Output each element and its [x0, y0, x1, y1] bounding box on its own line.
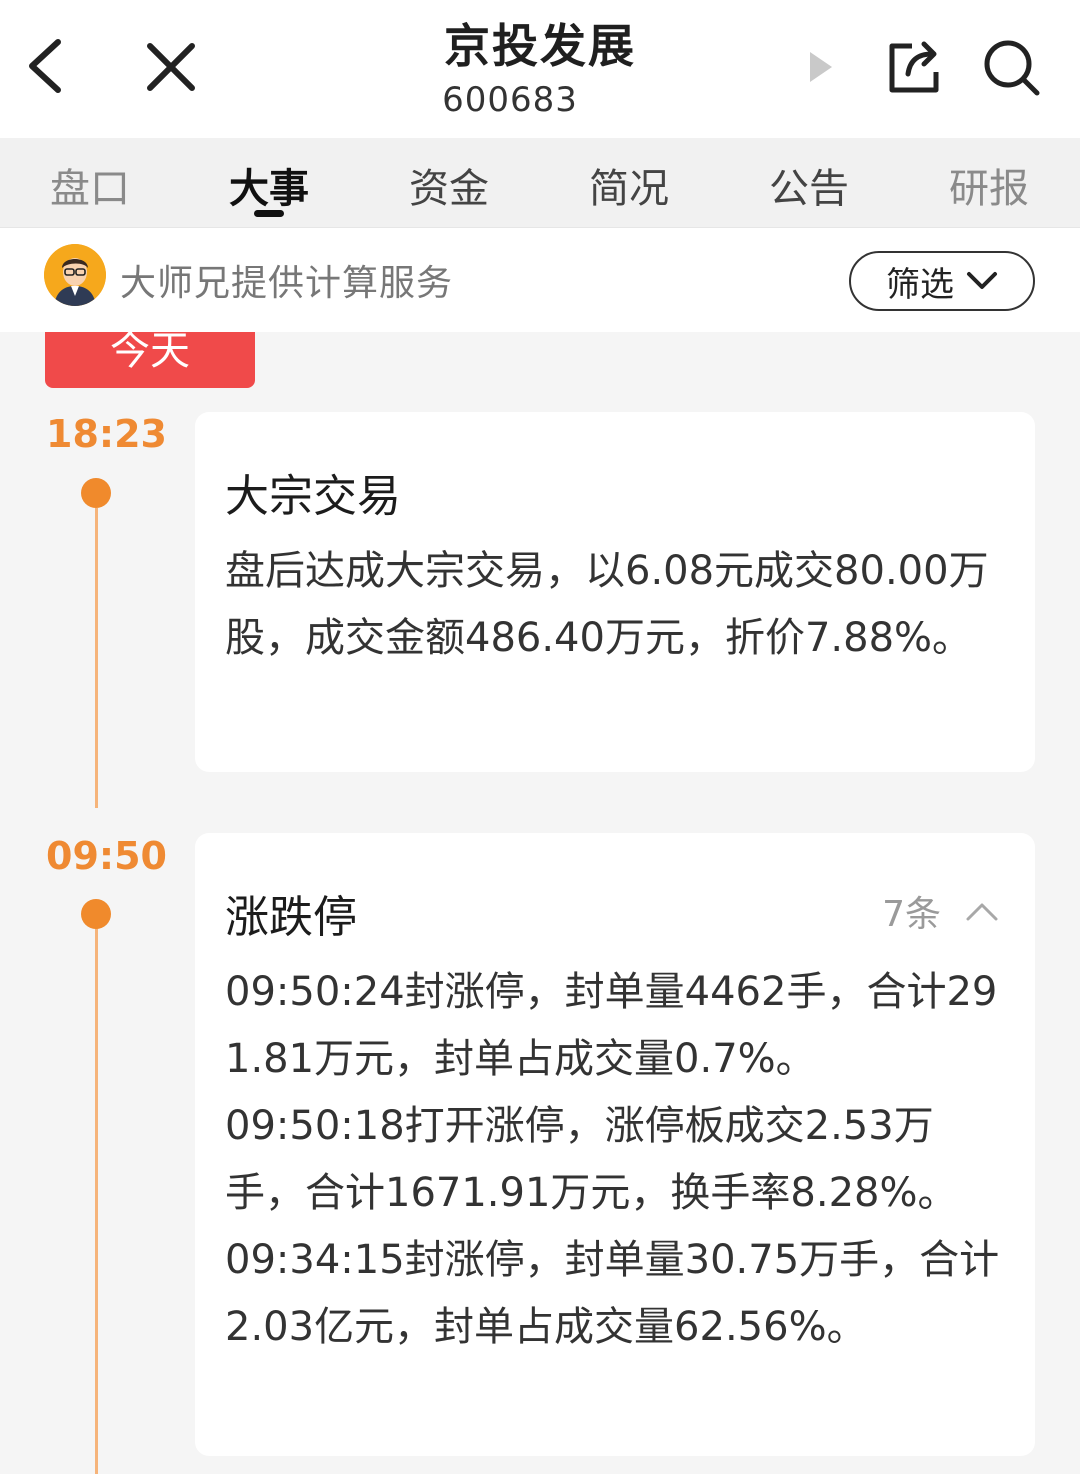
advisor-avatar-icon [44, 244, 106, 306]
chevron-up-icon [966, 903, 998, 921]
timeline-dot [81, 478, 111, 508]
service-bar: 大师兄提供计算服务 筛选 [0, 228, 1080, 332]
tab-dashi[interactable]: 大事 [229, 156, 309, 214]
limit-event-item: 09:50:18打开涨停，涨停板成交2.53万手，合计1671.91万元，换手率… [225, 1103, 958, 1216]
timeline-line [95, 928, 98, 1474]
avatar [44, 244, 106, 306]
share-icon[interactable] [884, 36, 946, 98]
filter-button[interactable]: 筛选 [849, 251, 1035, 311]
today-label: 今天 [110, 332, 190, 374]
event-time: 09:50 [46, 834, 167, 878]
tab-jiankuang[interactable]: 简况 [589, 156, 669, 214]
tab-gonggao[interactable]: 公告 [769, 156, 849, 214]
tab-zijin[interactable]: 资金 [409, 156, 489, 214]
limit-event-item: 09:50:24封涨停，封单量4462手，合计291.81万元，封单占成交量0.… [225, 969, 998, 1082]
filter-label: 筛选 [886, 264, 954, 305]
event-title: 大宗交易 [225, 471, 401, 522]
play-arrow-icon[interactable] [806, 50, 834, 84]
limit-event-item: 09:34:15封涨停，封单量30.75万手，合计2.03亿元，封单占成交量62… [225, 1237, 1000, 1350]
event-card-block-trade[interactable]: 大宗交易 盘后达成大宗交易，以6.08元成交80.00万股，成交金额486.40… [195, 412, 1035, 772]
chevron-down-icon [967, 272, 997, 289]
timeline-dot [81, 899, 111, 929]
tab-pankou[interactable]: 盘口 [50, 156, 130, 214]
timeline-line [95, 508, 98, 808]
stock-code: 600683 [442, 80, 578, 120]
service-provider-text: 大师兄提供计算服务 [120, 263, 454, 304]
event-body: 09:50:24封涨停，封单量4462手，合计291.81万元，封单占成交量0.… [225, 959, 1005, 1361]
collapse-toggle[interactable]: 7条 [882, 885, 999, 937]
event-body: 盘后达成大宗交易，以6.08元成交80.00万股，成交金额486.40万元，折价… [225, 548, 989, 661]
event-card-limit[interactable]: 涨跌停 7条 09:50:24封涨停，封单量4462手，合计291.81万元，封… [195, 833, 1035, 1456]
search-icon[interactable] [980, 36, 1042, 98]
top-bar: 京投发展 600683 [0, 0, 1080, 138]
tab-yanbao[interactable]: 研报 [949, 156, 1029, 214]
tab-bar: 盘口 大事 资金 简况 公告 研报 [0, 138, 1080, 228]
today-badge: 今天 [45, 332, 255, 388]
active-tab-indicator [254, 210, 284, 217]
event-count: 7条 [882, 894, 941, 935]
event-time: 18:23 [46, 412, 167, 456]
